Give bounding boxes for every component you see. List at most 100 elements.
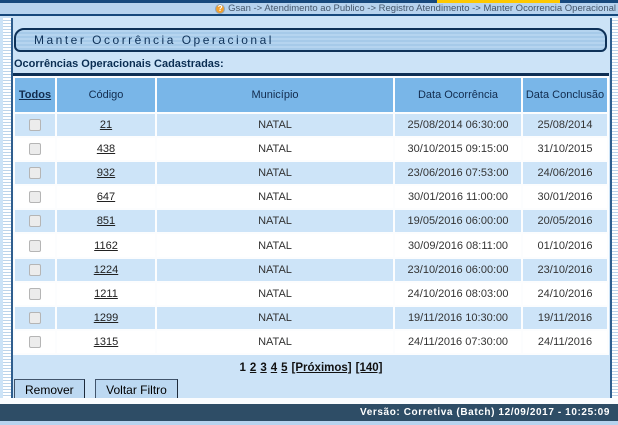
data-conclusao-cell: 31/10/2015	[523, 138, 607, 160]
codigo-link[interactable]: 647	[97, 191, 115, 203]
data-conclusao-cell: 01/10/2016	[523, 234, 607, 256]
row-checkbox[interactable]	[29, 240, 41, 252]
codigo-link[interactable]: 932	[97, 167, 115, 179]
occurrences-table: Todos Código Município Data Ocorrência D…	[13, 73, 609, 355]
section-label: Ocorrências Operacionais Cadastradas:	[14, 58, 224, 70]
data-conclusao-cell: 24/06/2016	[523, 162, 607, 184]
data-conclusao-cell: 19/11/2016	[523, 307, 607, 329]
row-checkbox[interactable]	[29, 215, 41, 227]
data-ocorrencia-cell: 23/06/2016 07:53:00	[395, 162, 521, 184]
municipio-cell: NATAL	[157, 210, 393, 232]
table-body: 21NATAL25/08/2014 06:30:0025/08/2014438N…	[15, 114, 607, 353]
col-header-municipio: Município	[157, 78, 393, 112]
table-row: 647 NATAL30/01/2016 11:00:0030/01/2016	[15, 186, 607, 208]
row-select-cell	[15, 138, 55, 160]
codigo-link[interactable]: 438	[97, 143, 115, 155]
row-checkbox[interactable]	[29, 288, 41, 300]
codigo-link[interactable]: 1162	[94, 240, 118, 252]
data-ocorrencia-cell: 30/10/2015 09:15:00	[395, 138, 521, 160]
pagination-page-link[interactable]: 4	[271, 362, 277, 374]
row-checkbox[interactable]	[29, 312, 41, 324]
municipio-cell: NATAL	[157, 186, 393, 208]
municipio-cell: NATAL	[157, 162, 393, 184]
pagination-pages: 2345	[248, 362, 290, 374]
table-row: 1162 NATAL30/09/2016 08:11:0001/10/2016	[15, 234, 607, 256]
row-select-cell	[15, 283, 55, 305]
municipio-cell: NATAL	[157, 138, 393, 160]
voltar-filtro-button[interactable]: Voltar Filtro	[95, 379, 178, 400]
remover-button[interactable]: Remover	[14, 379, 85, 400]
municipio-cell: NATAL	[157, 234, 393, 256]
table-row: 932 NATAL23/06/2016 07:53:0024/06/2016	[15, 162, 607, 184]
codigo-link[interactable]: 1211	[94, 288, 118, 300]
data-ocorrencia-cell: 24/11/2016 07:30:00	[395, 331, 521, 353]
codigo-link[interactable]: 1224	[94, 264, 118, 276]
table-row: 851 NATAL19/05/2016 06:00:0020/05/2016	[15, 210, 607, 232]
row-checkbox[interactable]	[29, 264, 41, 276]
data-conclusao-cell: 25/08/2014	[523, 114, 607, 136]
table-row: 1211NATAL24/10/2016 08:03:0024/10/2016	[15, 283, 607, 305]
codigo-link[interactable]: 21	[100, 119, 112, 131]
row-select-cell	[15, 307, 55, 329]
row-select-cell	[15, 114, 55, 136]
table-row: 1299 NATAL19/11/2016 10:30:0019/11/2016	[15, 307, 607, 329]
data-ocorrencia-cell: 24/10/2016 08:03:00	[395, 283, 521, 305]
row-checkbox[interactable]	[29, 143, 41, 155]
data-conclusao-cell: 23/10/2016	[523, 259, 607, 281]
select-all-link[interactable]: Todos	[19, 89, 51, 101]
row-select-cell	[15, 162, 55, 184]
col-header-codigo: Código	[57, 78, 155, 112]
table-row: 1224NATAL23/10/2016 06:00:0023/10/2016	[15, 259, 607, 281]
version-text: Versão: Corretiva (Batch) 12/09/2017 - 1…	[360, 407, 610, 418]
data-ocorrencia-cell: 25/08/2014 06:30:00	[395, 114, 521, 136]
table-row: 1315 NATAL24/11/2016 07:30:0024/11/2016	[15, 331, 607, 353]
row-checkbox[interactable]	[29, 167, 41, 179]
content-area: Manter Ocorrência Operacional Ocorrência…	[0, 18, 618, 398]
codigo-link[interactable]: 1299	[94, 312, 118, 324]
row-checkbox[interactable]	[29, 336, 41, 348]
data-ocorrencia-cell: 23/10/2016 06:00:00	[395, 259, 521, 281]
row-checkbox[interactable]	[29, 191, 41, 203]
data-ocorrencia-cell: 30/01/2016 11:00:00	[395, 186, 521, 208]
page-title: Manter Ocorrência Operacional	[34, 33, 274, 47]
municipio-cell: NATAL	[157, 307, 393, 329]
version-bar: Versão: Corretiva (Batch) 12/09/2017 - 1…	[0, 404, 618, 421]
municipio-cell: NATAL	[157, 114, 393, 136]
page-title-bar: Manter Ocorrência Operacional	[14, 28, 607, 52]
data-ocorrencia-cell: 19/11/2016 10:30:00	[395, 307, 521, 329]
row-select-cell	[15, 331, 55, 353]
table-row: 21 NATAL25/08/2014 06:30:0025/08/2014	[15, 114, 607, 136]
municipio-cell: NATAL	[157, 283, 393, 305]
row-select-cell	[15, 234, 55, 256]
breadcrumb: Gsan -> Atendimento ao Publico -> Regist…	[228, 3, 616, 14]
col-header-data-ocorrencia: Data Ocorrência	[395, 78, 521, 112]
data-conclusao-cell: 24/11/2016	[523, 331, 607, 353]
col-header-data-conclusao: Data Conclusão	[523, 78, 607, 112]
pagination-next-link[interactable]: [Próximos]	[292, 362, 352, 374]
row-select-cell	[15, 259, 55, 281]
left-edge-decoration	[3, 18, 13, 398]
pagination-page-link[interactable]: 3	[260, 362, 266, 374]
codigo-link[interactable]: 1315	[94, 336, 118, 348]
data-conclusao-cell: 30/01/2016	[523, 186, 607, 208]
row-select-cell	[15, 210, 55, 232]
pagination-last-link[interactable]: [140]	[356, 362, 383, 374]
codigo-link[interactable]: 851	[97, 215, 115, 227]
bottom-strip	[0, 421, 618, 425]
button-row: Remover Voltar Filtro	[14, 379, 184, 400]
table-header-row: Todos Código Município Data Ocorrência D…	[15, 78, 607, 112]
pagination-page-link[interactable]: 5	[281, 362, 287, 374]
help-icon[interactable]: ?	[215, 4, 225, 14]
data-ocorrencia-cell: 19/05/2016 06:00:00	[395, 210, 521, 232]
data-conclusao-cell: 20/05/2016	[523, 210, 607, 232]
data-ocorrencia-cell: 30/09/2016 08:11:00	[395, 234, 521, 256]
row-select-cell	[15, 186, 55, 208]
municipio-cell: NATAL	[157, 331, 393, 353]
pagination-page-link[interactable]: 2	[250, 362, 256, 374]
breadcrumb-bar: ? Gsan -> Atendimento ao Publico -> Regi…	[0, 3, 618, 16]
table-row: 438 NATAL30/10/2015 09:15:0031/10/2015	[15, 138, 607, 160]
right-edge-decoration	[610, 18, 618, 398]
row-checkbox[interactable]	[29, 119, 41, 131]
pagination-current-page: 1	[240, 362, 246, 374]
gsan-window: ? Gsan -> Atendimento ao Publico -> Regi…	[0, 0, 618, 425]
